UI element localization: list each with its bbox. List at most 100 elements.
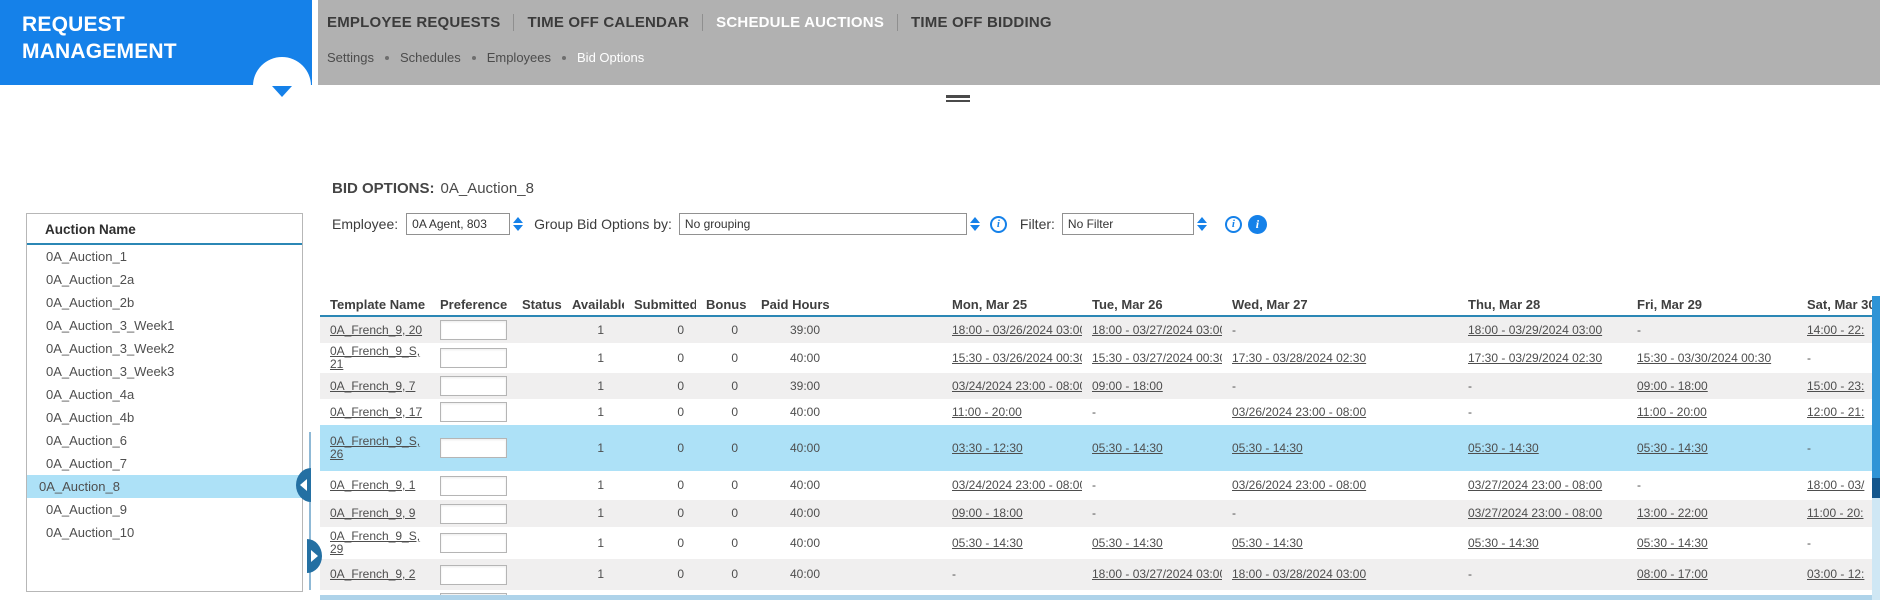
template-name-link[interactable]: 0A_French_9, 1: [330, 479, 415, 492]
day-cell: 09:00 - 18:00: [942, 507, 1082, 520]
bid-time-link[interactable]: 11:00 - 20:: [1807, 507, 1863, 520]
bid-time-link[interactable]: 05:30 - 14:30: [1092, 442, 1163, 455]
column-header-wed-mar-27: Wed, Mar 27: [1232, 297, 1308, 312]
auction-list-item[interactable]: 0A_Auction_9: [27, 498, 302, 521]
day-cell: 11:00 - 20:00: [1627, 406, 1797, 419]
bid-time-link[interactable]: 09:00 - 18:00: [952, 507, 1023, 520]
template-name-link[interactable]: 0A_French_9_S, 26: [330, 435, 420, 461]
group-by-spinner-icon[interactable]: [969, 217, 980, 231]
chevron-down-icon[interactable]: [272, 86, 292, 97]
bid-time-link[interactable]: 05:30 - 14:30: [1092, 537, 1163, 550]
bid-time-link[interactable]: 18:00 - 03/26/2024 03:00: [952, 324, 1082, 337]
preference-input[interactable]: [440, 376, 507, 396]
bid-time-link[interactable]: 05:30 - 14:30: [1232, 537, 1303, 550]
day-empty-value: -: [1092, 507, 1096, 520]
filter-info-icon[interactable]: i: [1224, 215, 1242, 233]
auction-list-item[interactable]: 0A_Auction_7: [27, 452, 302, 475]
auction-list-item[interactable]: 0A_Auction_4b: [27, 406, 302, 429]
filter-spinner-icon[interactable]: [1196, 217, 1207, 231]
preference-input[interactable]: [440, 475, 507, 496]
auction-list-item[interactable]: 0A_Auction_3_Week3: [27, 360, 302, 383]
preference-input[interactable]: [440, 533, 507, 553]
horizontal-scrollbar[interactable]: [320, 595, 1872, 600]
group-info-icon[interactable]: i: [989, 215, 1007, 233]
auction-list-item[interactable]: 0A_Auction_1: [27, 245, 302, 268]
bid-time-link[interactable]: 05:30 - 14:30: [1468, 442, 1539, 455]
bid-time-link[interactable]: 15:00 - 23:: [1807, 380, 1864, 393]
auction-list-item[interactable]: 0A_Auction_3_Week1: [27, 314, 302, 337]
bid-time-link[interactable]: 03/24/2024 23:00 - 08:00: [952, 380, 1082, 393]
template-name-link[interactable]: 0A_French_9, 7: [330, 380, 415, 393]
collapse-panel-button[interactable]: [296, 468, 311, 502]
bid-time-link[interactable]: 05:30 - 14:30: [952, 537, 1023, 550]
template-name-link[interactable]: 0A_French_9_S, 21: [330, 345, 420, 371]
subnav-item-settings[interactable]: Settings: [327, 50, 374, 65]
template-name-link[interactable]: 0A_French_9, 9: [330, 507, 415, 520]
group-by-input[interactable]: [678, 213, 967, 235]
tab-time-off-bidding[interactable]: TIME OFF BIDDING: [911, 14, 1052, 31]
bid-time-link[interactable]: 11:00 - 20:00: [952, 406, 1022, 419]
bid-time-link[interactable]: 03:30 - 12:30: [952, 442, 1023, 455]
auction-list-item[interactable]: 0A_Auction_6: [27, 429, 302, 452]
help-info-icon[interactable]: i: [1247, 214, 1267, 234]
bid-time-link[interactable]: 11:00 - 20:00: [1637, 406, 1707, 419]
vertical-scrollbar-thumb[interactable]: [1872, 296, 1880, 478]
bid-time-link[interactable]: 03/26/2024 23:00 - 08:00: [1232, 479, 1366, 492]
tab-time-off-calendar[interactable]: TIME OFF CALENDAR: [527, 14, 689, 31]
bid-time-link[interactable]: 17:30 - 03/29/2024 02:30: [1468, 352, 1602, 365]
bid-time-link[interactable]: 14:00 - 22:: [1807, 324, 1864, 337]
subnav-item-schedules[interactable]: Schedules: [400, 50, 461, 65]
auction-list-item[interactable]: 0A_Auction_4a: [27, 383, 302, 406]
day-cell: 03/27/2024 23:00 - 08:00: [1458, 507, 1627, 520]
bid-time-link[interactable]: 12:00 - 21:: [1807, 406, 1864, 419]
bid-time-link[interactable]: 05:30 - 14:30: [1637, 442, 1708, 455]
template-name-link[interactable]: 0A_French_9_S, 29: [330, 530, 420, 556]
filter-input[interactable]: [1061, 213, 1194, 235]
bid-time-link[interactable]: 18:00 - 03/27/2024 03:00: [1092, 568, 1222, 581]
bid-time-link[interactable]: 18:00 - 03/27/2024 03:00: [1092, 324, 1222, 337]
bid-time-link[interactable]: 18:00 - 03/29/2024 03:00: [1468, 324, 1602, 337]
tab-employee-requests[interactable]: EMPLOYEE REQUESTS: [327, 14, 500, 31]
bid-time-link[interactable]: 05:30 - 14:30: [1232, 442, 1303, 455]
bid-time-link[interactable]: 05:30 - 14:30: [1468, 537, 1539, 550]
subnav-item-bid-options[interactable]: Bid Options: [577, 50, 644, 65]
auction-list-item[interactable]: 0A_Auction_10: [27, 521, 302, 544]
subnav-item-employees[interactable]: Employees: [487, 50, 551, 65]
bid-time-link[interactable]: 03:00 - 12:: [1807, 568, 1864, 581]
bid-time-link[interactable]: 15:30 - 03/30/2024 00:30: [1637, 352, 1771, 365]
auction-list-item[interactable]: 0A_Auction_2b: [27, 291, 302, 314]
resize-handle-icon[interactable]: [946, 95, 970, 102]
bid-time-link[interactable]: 03/27/2024 23:00 - 08:00: [1468, 507, 1602, 520]
auction-list-item[interactable]: 0A_Auction_3_Week2: [27, 337, 302, 360]
preference-input[interactable]: [440, 438, 507, 458]
preference-input[interactable]: [440, 320, 507, 340]
employee-spinner-icon[interactable]: [513, 217, 524, 231]
bid-time-link[interactable]: 18:00 - 03/28/2024 03:00: [1232, 568, 1366, 581]
preference-input[interactable]: [440, 348, 507, 368]
template-name-link[interactable]: 0A_French_9, 20: [330, 324, 422, 337]
bid-time-link[interactable]: 03/24/2024 23:00 - 08:00: [952, 479, 1082, 492]
tab-schedule-auctions[interactable]: SCHEDULE AUCTIONS: [716, 14, 884, 31]
preference-input[interactable]: [440, 503, 507, 524]
expand-panel-button[interactable]: [307, 539, 322, 573]
employee-input[interactable]: [406, 213, 511, 235]
bid-time-link[interactable]: 15:30 - 03/26/2024 00:30: [952, 352, 1082, 365]
vertical-scrollbar[interactable]: [1872, 296, 1880, 600]
bid-time-link[interactable]: 15:30 - 03/27/2024 00:30: [1092, 352, 1222, 365]
template-name-link[interactable]: 0A_French_9, 17: [330, 406, 422, 419]
auction-list-item[interactable]: 0A_Auction_8: [27, 475, 302, 498]
bid-time-link[interactable]: 18:00 - 03/: [1807, 479, 1864, 492]
bid-time-link[interactable]: 13:00 - 22:00: [1637, 507, 1708, 520]
day-cell: 03/26/2024 23:00 - 08:00: [1222, 479, 1458, 492]
bid-time-link[interactable]: 17:30 - 03/28/2024 02:30: [1232, 352, 1366, 365]
bid-time-link[interactable]: 09:00 - 18:00: [1092, 380, 1163, 393]
template-name-link[interactable]: 0A_French_9, 2: [330, 568, 415, 581]
auction-list-item[interactable]: 0A_Auction_2a: [27, 268, 302, 291]
bid-time-link[interactable]: 03/26/2024 23:00 - 08:00: [1232, 406, 1366, 419]
bid-time-link[interactable]: 08:00 - 17:00: [1637, 568, 1708, 581]
bid-time-link[interactable]: 03/27/2024 23:00 - 08:00: [1468, 479, 1602, 492]
preference-input[interactable]: [440, 402, 507, 422]
bid-time-link[interactable]: 09:00 - 18:00: [1637, 380, 1708, 393]
preference-input[interactable]: [440, 564, 507, 585]
bid-time-link[interactable]: 05:30 - 14:30: [1637, 537, 1708, 550]
